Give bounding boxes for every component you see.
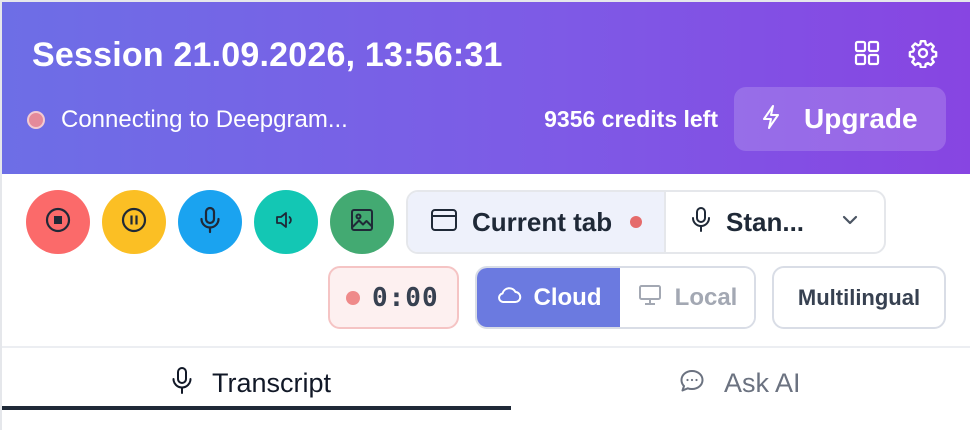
- speaker-button[interactable]: [254, 190, 318, 254]
- stop-button[interactable]: [26, 190, 90, 254]
- status-text: Connecting to Deepgram...: [61, 106, 348, 133]
- language-button[interactable]: Multilingual: [772, 266, 946, 329]
- tab-transcript-label: Transcript: [212, 367, 332, 398]
- header-actions: [852, 38, 938, 68]
- language-label: Multilingual: [797, 284, 921, 310]
- microphone-select[interactable]: Stan...: [666, 192, 884, 252]
- microphone-button[interactable]: [178, 190, 242, 254]
- session-header: Session 21.09.2026, 13:56:31 Connecting …: [2, 2, 970, 174]
- cloud-mode-button[interactable]: Cloud: [477, 268, 620, 327]
- upgrade-button[interactable]: Upgrade: [734, 87, 946, 151]
- microphone-icon: [690, 206, 712, 239]
- status-dot: [27, 111, 45, 129]
- current-tab-label: Current tab: [472, 206, 613, 237]
- recording-dot: [630, 216, 643, 228]
- current-tab-button[interactable]: Current tab: [408, 192, 666, 252]
- tab-ask-ai-label: Ask AI: [724, 367, 801, 398]
- grid-icon[interactable]: [852, 38, 882, 68]
- cloud-mode-label: Cloud: [533, 283, 602, 311]
- connection-status: Connecting to Deepgram...: [27, 106, 348, 134]
- gear-icon[interactable]: [908, 38, 938, 68]
- chevron-down-icon: [840, 213, 860, 232]
- audio-source-selector: Current tab Stan...: [406, 190, 886, 254]
- local-mode-label: Local: [674, 283, 738, 311]
- divider: [2, 346, 970, 348]
- chat-bubble-icon: [678, 367, 706, 400]
- image-button[interactable]: [330, 190, 394, 254]
- microphone-icon: [196, 205, 224, 240]
- microphone-icon: [170, 366, 194, 401]
- recording-timer: 0:00: [328, 266, 459, 329]
- credits-remaining: 9356 credits left: [544, 106, 718, 132]
- pause-icon: [120, 206, 148, 239]
- lightning-icon: [760, 104, 782, 135]
- pause-button[interactable]: [102, 190, 166, 254]
- tab-transcript[interactable]: Transcript: [170, 360, 331, 406]
- processing-mode-toggle: Cloud Local: [475, 266, 756, 329]
- image-icon: [348, 206, 376, 239]
- cloud-icon: [496, 284, 522, 311]
- timer-value: 0:00: [372, 282, 439, 313]
- stop-icon: [44, 206, 72, 239]
- tab-ask-ai[interactable]: Ask AI: [678, 360, 801, 406]
- speaker-icon: [272, 206, 300, 239]
- session-title: Session 21.09.2026, 13:56:31: [32, 36, 503, 74]
- active-tab-indicator: [2, 406, 511, 410]
- timer-dot: [346, 290, 360, 305]
- microphone-select-label: Stan...: [726, 206, 805, 237]
- browser-tab-icon: [430, 208, 458, 237]
- upgrade-label: Upgrade: [804, 103, 918, 134]
- local-mode-button[interactable]: Local: [620, 268, 754, 327]
- monitor-icon: [637, 283, 663, 312]
